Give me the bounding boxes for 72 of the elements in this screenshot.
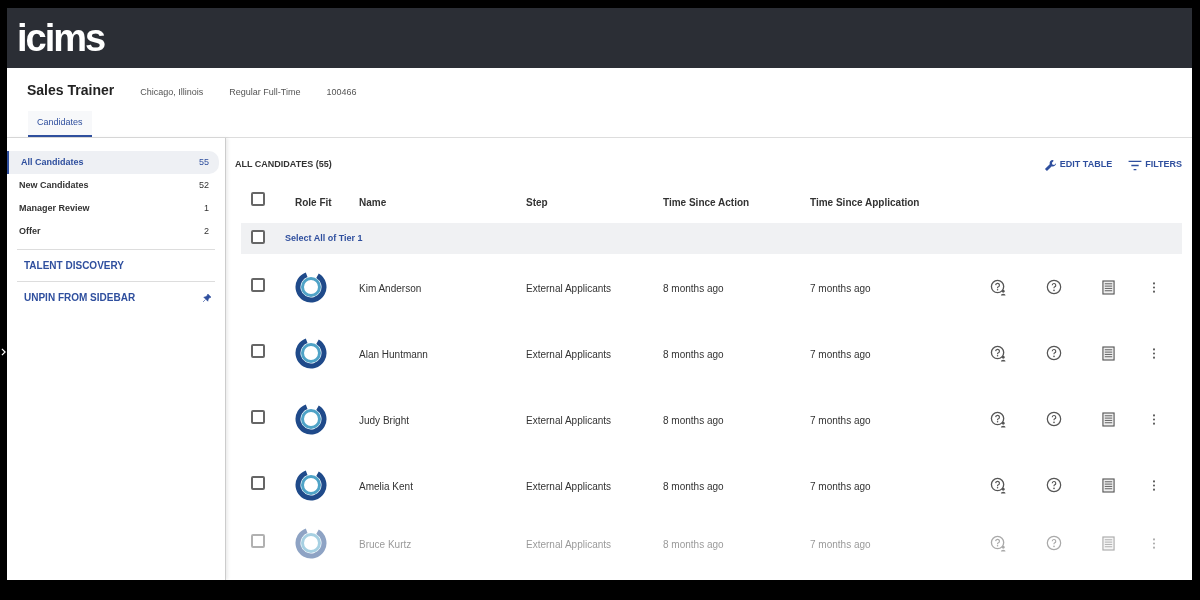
table-cell: 7 months ago [810,283,871,294]
filter-icon [1128,159,1143,171]
help-icon[interactable] [1046,477,1062,493]
role-fit-ring-icon [295,527,327,559]
table-cell: Kim Anderson [359,283,422,294]
help-icon[interactable] [1046,345,1062,361]
role-fit-ring-icon [295,271,327,303]
checkbox[interactable] [251,278,265,292]
question-person-icon[interactable] [990,410,1007,428]
pin-icon[interactable] [203,293,211,302]
job-title: Sales Trainer [27,81,115,100]
document-list-icon[interactable] [1102,477,1115,493]
table-cell: External Applicants [526,481,612,492]
question-person-icon[interactable] [990,476,1007,494]
logo: icims [17,19,105,57]
checkbox[interactable] [251,344,265,358]
table-cell: 8 months ago [663,481,724,492]
checkbox[interactable] [251,476,265,490]
select-all-link[interactable]: Select All of Tier 1 [285,231,363,246]
table-cell: 7 months ago [810,481,871,492]
document-list-icon[interactable] [1102,345,1115,361]
table-cell: 7 months ago [810,349,871,360]
table-cell: 8 months ago [663,349,724,360]
help-icon[interactable] [1046,411,1062,427]
more-options-icon[interactable] [1152,347,1156,359]
column-header: Name [359,197,387,208]
tab[interactable]: Candidates [28,111,92,137]
document-list-icon[interactable] [1102,411,1115,427]
table-cell: 8 months ago [663,539,724,550]
help-icon[interactable] [1046,279,1062,295]
column-header: Step [526,197,548,208]
question-person-icon[interactable] [990,344,1007,362]
table-cell: 7 months ago [810,539,871,550]
sidebar-link[interactable]: UNPIN FROM SIDEBAR [17,290,136,305]
question-person-icon[interactable] [990,278,1007,296]
document-list-icon[interactable] [1102,279,1115,295]
job-type: Regular Full-Time [229,85,301,99]
table-cell: 7 months ago [810,415,871,426]
table-title: ALL CANDIDATES (55) [235,158,332,172]
table-cell: External Applicants [526,415,612,426]
job-id: 100466 [326,85,357,99]
table-cell: Alan Huntmann [359,349,428,360]
table-action-button[interactable]: EDIT TABLE [1043,158,1113,172]
more-options-icon[interactable] [1152,281,1156,293]
table-cell: External Applicants [526,349,612,360]
more-options-icon[interactable] [1152,413,1156,425]
column-header: Time Since Action [663,197,750,208]
sidebar-link[interactable]: TALENT DISCOVERY [17,258,124,273]
expand-chevron-icon[interactable] [1,348,6,356]
table-cell: External Applicants [526,539,612,550]
wrench-icon [1043,158,1057,172]
checkbox[interactable] [251,192,265,206]
table-action-button[interactable]: FILTERS [1128,158,1182,172]
table-cell: External Applicants [526,283,612,294]
sidebar-item[interactable]: All Candidates 55 [7,151,219,174]
table-cell: Amelia Kent [359,481,413,492]
role-fit-ring-icon [295,403,327,435]
sidebar-item[interactable]: Manager Review 1 [7,197,219,220]
role-fit-ring-icon [295,337,327,369]
table-cell: 8 months ago [663,415,724,426]
table-cell: 8 months ago [663,283,724,294]
table-cell: Bruce Kurtz [359,539,412,550]
checkbox[interactable] [251,229,265,244]
checkbox[interactable] [251,410,265,424]
sidebar-item[interactable]: New Candidates 52 [7,174,219,197]
table-cell: Judy Bright [359,415,410,426]
sidebar-item[interactable]: Offer 2 [7,220,219,243]
more-options-icon[interactable] [1152,479,1156,491]
job-location: Chicago, Illinois [140,85,204,99]
column-header: Time Since Application [810,197,920,208]
role-fit-ring-icon [295,469,327,501]
column-header: Role Fit [295,197,332,208]
